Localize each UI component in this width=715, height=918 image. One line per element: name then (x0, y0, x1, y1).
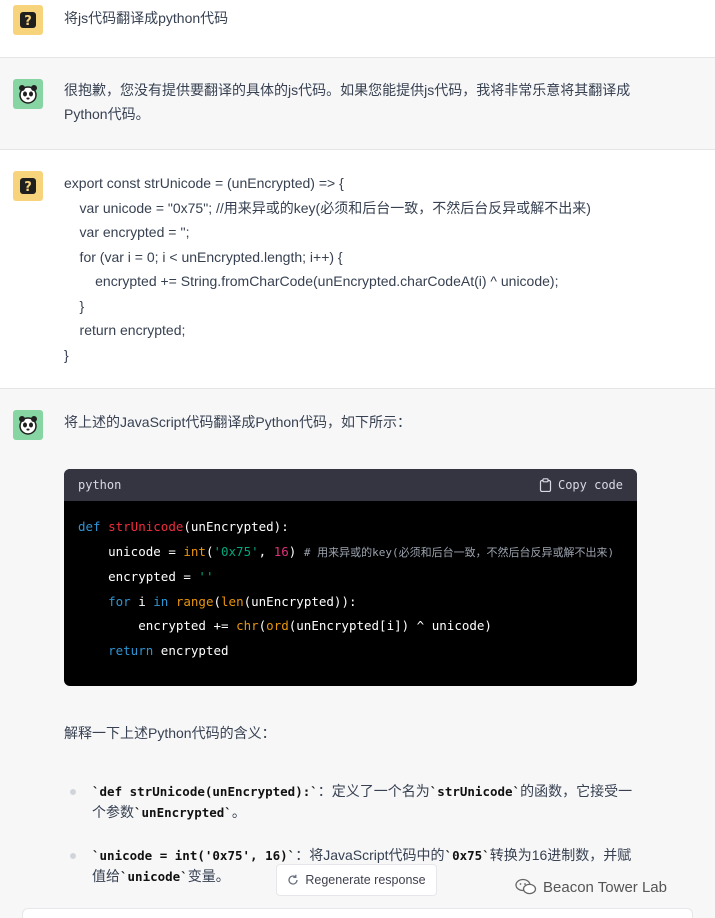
bullet-dot (70, 789, 76, 795)
code-language-label: python (78, 478, 122, 492)
code-line: unicode = int('0x75', 16) # 用来异或的key(必须和… (108, 543, 615, 559)
copy-code-label: Copy code (557, 478, 623, 492)
code-line: return encrypted; (64, 322, 186, 338)
bullet-dot (70, 853, 76, 859)
copy-code-button[interactable]: Copy code (539, 478, 623, 492)
svg-text:?: ? (24, 180, 32, 195)
code-block: python Copy code def strUnicode(unEncryp… (64, 469, 637, 686)
user-message-3: ? export const strUnicode = (unEncrypted… (0, 150, 715, 389)
assistant-message-text: 很抱歉，您没有提供要翻译的具体的js代码。如果您能提供js代码，我将非常乐意将其… (64, 78, 644, 126)
code-line: var encrypted = ''; (64, 224, 190, 240)
assistant-text-line: Python代码。 (64, 106, 150, 122)
code-line: return encrypted (108, 642, 229, 658)
svg-text:?: ? (24, 14, 32, 29)
code-block-header: python Copy code (64, 469, 637, 501)
bullet-line: 个参数`unEncrypted`。 (92, 804, 246, 820)
watermark: Beacon Tower Lab (515, 878, 667, 896)
explanation-heading: 解释一下上述Python代码的含义： (64, 725, 276, 741)
code-line: export const strUnicode = (unEncrypted) … (64, 175, 344, 191)
bullet-line: `def strUnicode(unEncrypted):`：定义了一个名为`s… (92, 783, 633, 799)
code-line: for i in range(len(unEncrypted)): (108, 593, 357, 609)
user-message-text: 将js代码翻译成python代码 (64, 10, 229, 26)
question-icon: ? (20, 178, 36, 195)
panda-icon (19, 85, 37, 104)
code-line: } (64, 346, 69, 363)
user-avatar: ? (13, 171, 43, 201)
code-line: var unicode = "0x75"; //用来异或的key(必须和后台一致… (64, 199, 591, 216)
panda-icon (19, 416, 37, 435)
question-icon: ? (20, 12, 36, 29)
watermark-text: Beacon Tower Lab (543, 878, 667, 896)
refresh-icon (288, 874, 299, 885)
clipboard-icon (539, 478, 552, 492)
code-block-body: def strUnicode(unEncrypted): unicode = i… (64, 501, 637, 677)
code-line: } (64, 297, 85, 314)
wechat-icon (515, 878, 537, 895)
message-input[interactable] (22, 908, 693, 918)
regenerate-label: Regenerate response (305, 873, 426, 887)
user-avatar: ? (13, 5, 43, 35)
code-line: encrypted += chr(ord(unEncrypted[i]) ^ u… (138, 618, 492, 633)
bullet-line: `unicode = int('0x75', 16)`：将JavaScript代… (92, 847, 632, 863)
assistant-message-2: 很抱歉，您没有提供要翻译的具体的js代码。如果您能提供js代码，我将非常乐意将其… (0, 58, 715, 150)
assistant-text-line: 很抱歉，您没有提供要翻译的具体的js代码。如果您能提供js代码，我将非常乐意将其… (64, 82, 631, 98)
assistant-intro-text: 将上述的JavaScript代码翻译成Python代码，如下所示： (64, 414, 411, 430)
code-line: encrypted = '' (108, 569, 214, 584)
regenerate-response-button[interactable]: Regenerate response (276, 864, 437, 896)
code-line: def strUnicode(unEncrypted): (78, 519, 289, 534)
user-code-text: export const strUnicode = (unEncrypted) … (64, 171, 644, 367)
assistant-avatar (13, 79, 43, 109)
user-message-1: ? 将js代码翻译成python代码 (0, 0, 715, 58)
code-line: for (var i = 0; i < unEncrypted.length; … (64, 248, 343, 265)
assistant-avatar (13, 410, 43, 440)
bullet-item: `def strUnicode(unEncrypted):`：定义了一个名为`s… (92, 781, 637, 823)
code-line: encrypted += String.fromCharCode(unEncry… (64, 273, 559, 289)
